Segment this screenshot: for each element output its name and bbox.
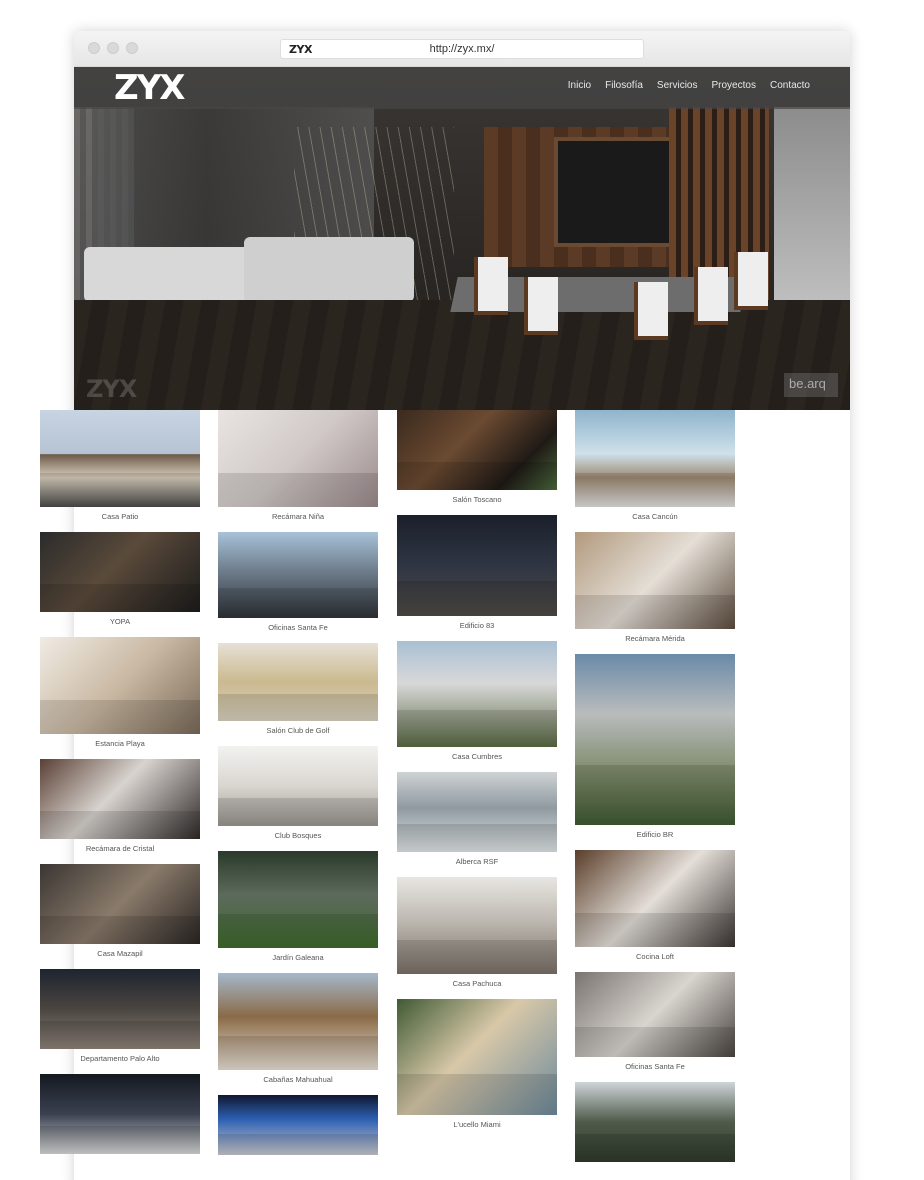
project-thumbnail[interactable] [397,999,557,1115]
site-logo[interactable]: ZYX [114,70,185,106]
maximize-window-button[interactable] [126,42,138,54]
project-thumbnail[interactable] [575,1082,735,1162]
nav-servicios[interactable]: Servicios [657,80,698,91]
project-card[interactable]: Salón Toscano [397,410,557,505]
hero-image: ZYX be.arq [74,67,850,410]
project-card[interactable]: Recámara de Cristal [40,759,200,854]
project-card[interactable] [575,1082,735,1162]
project-card[interactable] [40,1074,200,1154]
project-card[interactable]: Oficinas Santa Fe [218,532,378,633]
project-caption: Cocina Loft [636,952,674,961]
project-thumbnail[interactable] [218,973,378,1070]
gallery-column: Casa Patio YOPA Estancia Playa Recámara … [40,410,200,1164]
gallery-column: Salón Toscano Edificio 83 Casa Cumbres A… [397,410,557,1140]
project-card[interactable]: Casa Pachuca [397,877,557,989]
browser-titlebar: ZYX http://zyx.mx/ [74,31,850,67]
url-text[interactable]: http://zyx.mx/ [281,43,643,55]
project-card[interactable]: Casa Cancún [575,410,735,522]
project-caption: Salón Club de Golf [266,726,330,735]
project-caption: Edificio 83 [459,621,495,630]
project-thumbnail[interactable] [397,515,557,616]
project-thumbnail[interactable] [218,643,378,721]
project-caption: YOPA [109,617,131,626]
project-card[interactable]: Casa Patio [40,410,200,522]
project-card[interactable]: Jardín Galeana [218,851,378,963]
project-thumbnail[interactable] [575,532,735,629]
project-caption: Oficinas Santa Fe [268,623,328,632]
project-thumbnail[interactable] [218,1095,378,1155]
project-card[interactable]: Oficinas Santa Fe [575,972,735,1072]
project-card[interactable]: YOPA [40,532,200,627]
project-caption: Casa Mazapil [97,949,143,958]
project-thumbnail[interactable] [575,410,735,507]
project-thumbnail[interactable] [40,410,200,507]
project-card[interactable]: Cabañas Mahuahual [218,973,378,1085]
project-caption: Recámara Mérida [625,634,685,643]
project-thumbnail[interactable] [40,1074,200,1154]
project-caption: Jardín Galeana [272,953,324,962]
project-caption: Casa Cancún [632,512,678,521]
hero-credit-watermark: be.arq [784,373,838,397]
main-nav: Inicio Filosofía Servicios Proyectos Con… [568,80,810,91]
project-caption: Recámara de Cristal [85,844,155,853]
project-thumbnail[interactable] [575,972,735,1057]
project-card[interactable]: Recámara Mérida [575,532,735,644]
project-card[interactable]: Edificio 83 [397,515,557,631]
address-bar[interactable]: ZYX http://zyx.mx/ [280,39,644,59]
project-caption: Recámara Niña [271,512,325,521]
project-card[interactable]: Recámara Niña [218,410,378,522]
project-card[interactable]: Club Bosques [218,746,378,841]
project-thumbnail[interactable] [40,864,200,944]
project-card[interactable]: Alberca RSF [397,772,557,867]
project-thumbnail[interactable] [397,772,557,852]
gallery-column: Recámara Niña Oficinas Santa Fe Salón Cl… [218,410,378,1165]
nav-filosofia[interactable]: Filosofía [605,80,643,91]
project-thumbnail[interactable] [218,746,378,826]
project-card[interactable]: L'ucello Miami [397,999,557,1130]
project-card[interactable]: Departamento Palo Alto [40,969,200,1064]
project-thumbnail[interactable] [397,410,557,490]
project-caption: Casa Cumbres [451,752,503,761]
project-thumbnail[interactable] [40,637,200,734]
project-card[interactable]: Edificio BR [575,654,735,840]
project-gallery: Casa Patio YOPA Estancia Playa Recámara … [40,410,736,1170]
project-caption: Salón Toscano [452,495,502,504]
project-caption: Edificio BR [636,830,674,839]
project-thumbnail[interactable] [218,410,378,507]
project-caption: Oficinas Santa Fe [625,1062,685,1071]
project-thumbnail[interactable] [575,850,735,947]
nav-inicio[interactable]: Inicio [568,80,591,91]
project-card[interactable]: Salón Club de Golf [218,643,378,736]
project-thumbnail[interactable] [397,877,557,974]
project-thumbnail[interactable] [40,969,200,1049]
nav-proyectos[interactable]: Proyectos [712,80,756,91]
hero-watermark-logo: ZYX [86,375,137,403]
project-card[interactable]: Casa Cumbres [397,641,557,762]
close-window-button[interactable] [88,42,100,54]
project-caption: Club Bosques [274,831,322,840]
project-card[interactable]: Casa Mazapil [40,864,200,959]
project-thumbnail[interactable] [575,654,735,825]
project-caption: Departamento Palo Alto [80,1054,160,1063]
project-thumbnail[interactable] [218,532,378,618]
project-caption: L'ucello Miami [453,1120,501,1129]
project-thumbnail[interactable] [40,759,200,839]
project-caption: Alberca RSF [455,857,499,866]
nav-contacto[interactable]: Contacto [770,80,810,91]
project-card[interactable]: Cocina Loft [575,850,735,962]
project-thumbnail[interactable] [218,851,378,948]
project-card[interactable] [218,1095,378,1155]
project-caption: Casa Patio [101,512,139,521]
project-thumbnail[interactable] [40,532,200,612]
project-caption: Estancia Playa [95,739,145,748]
project-caption: Cabañas Mahuahual [263,1075,333,1084]
project-card[interactable]: Estancia Playa [40,637,200,749]
minimize-window-button[interactable] [107,42,119,54]
project-caption: Casa Pachuca [452,979,502,988]
site-header: ZYX Inicio Filosofía Servicios Proyectos… [74,67,850,109]
gallery-column: Casa Cancún Recámara Mérida Edificio BR … [575,410,735,1172]
project-thumbnail[interactable] [397,641,557,747]
